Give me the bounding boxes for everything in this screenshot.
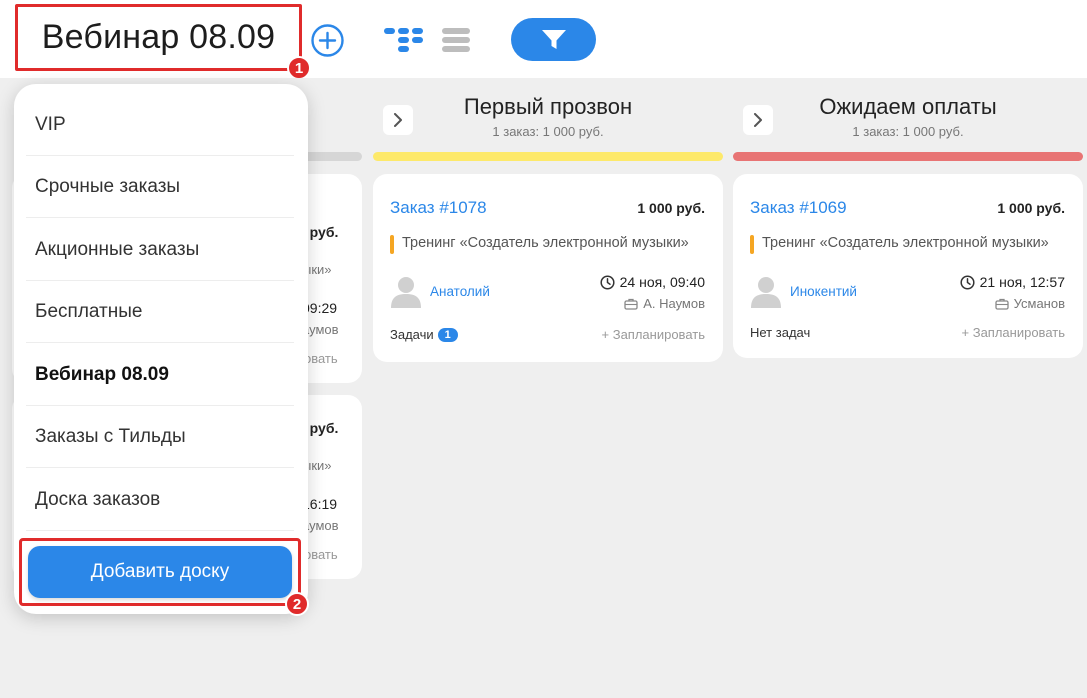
order-date: 24 ноя, 09:40 xyxy=(600,274,705,290)
column-color-bar xyxy=(733,152,1083,161)
order-card[interactable]: Заказ #1078 1 000 руб. Тренинг «Создател… xyxy=(373,174,723,362)
column-summary: 1 заказ: 1 000 руб. xyxy=(852,124,964,139)
product-name: Тренинг «Создатель электронной музыки» xyxy=(402,235,689,251)
step-badge-2: 2 xyxy=(285,592,309,616)
clock-icon xyxy=(960,274,975,290)
plus-circle-icon[interactable] xyxy=(311,24,344,57)
board-option-urgent[interactable]: Срочные заказы xyxy=(26,156,294,218)
product-marker xyxy=(750,235,754,254)
user-avatar-icon xyxy=(751,277,781,308)
board-option-tilda[interactable]: Заказы с Тильды xyxy=(26,406,294,468)
column-color-bar xyxy=(373,152,723,161)
top-bar: Вебинар 08.09 1 xyxy=(0,0,1087,80)
manager-name: Усманов xyxy=(1013,296,1065,311)
board-option-vip[interactable]: VIP xyxy=(26,94,294,156)
column-title: Первый прозвон xyxy=(463,94,633,119)
column-title: Ожидаем оплаты xyxy=(819,94,997,119)
manager: Усманов xyxy=(994,296,1065,311)
board-dropdown: VIP Срочные заказы Акционные заказы Бесп… xyxy=(14,84,308,614)
list-view-icon[interactable] xyxy=(442,27,470,53)
tasks-label[interactable]: Задачи 1 xyxy=(390,327,458,342)
filter-button[interactable] xyxy=(511,18,596,61)
board-option-free[interactable]: Бесплатные xyxy=(26,281,294,343)
order-link[interactable]: Заказ #1078 xyxy=(390,198,487,218)
board-option-webinar[interactable]: Вебинар 08.09 xyxy=(26,344,294,406)
plan-task-link[interactable]: + Запланировать xyxy=(962,325,1065,340)
order-date: 21 ноя, 12:57 xyxy=(960,274,1065,290)
tasks-text: Задачи xyxy=(390,327,434,342)
order-card[interactable]: Заказ #1069 1 000 руб. Тренинг «Создател… xyxy=(733,174,1083,358)
board-selector[interactable]: Вебинар 08.09 xyxy=(15,4,302,71)
column-summary: 1 заказ: 1 000 руб. xyxy=(492,124,604,139)
board-option-promo[interactable]: Акционные заказы xyxy=(26,219,294,281)
tasks-count-badge: 1 xyxy=(437,328,458,342)
client-link[interactable]: Инокентий xyxy=(790,284,857,299)
column-color-bar xyxy=(300,152,362,161)
date-text: 24 ноя, 09:40 xyxy=(619,274,705,290)
manager: А. Наумов xyxy=(624,296,705,311)
order-link[interactable]: Заказ #1069 xyxy=(750,198,847,218)
clock-icon xyxy=(600,274,615,290)
plan-link[interactable]: овать xyxy=(304,351,338,366)
product-name: Тренинг «Создатель электронной музыки» xyxy=(762,235,1049,251)
briefcase-icon xyxy=(994,298,1009,310)
filter-icon xyxy=(541,29,566,49)
order-price: 1 000 руб. xyxy=(637,200,705,216)
order-price: 1 000 руб. xyxy=(997,200,1065,216)
step-badge-1: 1 xyxy=(287,56,311,80)
client-link[interactable]: Анатолий xyxy=(430,284,490,299)
add-board-button[interactable]: Добавить доску xyxy=(28,546,292,598)
add-board-highlight: Добавить доску xyxy=(19,538,301,606)
plan-task-link[interactable]: + Запланировать xyxy=(602,327,705,342)
board-title: Вебинар 08.09 xyxy=(41,18,276,56)
date-text: 21 ноя, 12:57 xyxy=(979,274,1065,290)
manager-name: А. Наумов xyxy=(643,296,705,311)
plan-link[interactable]: овать xyxy=(304,547,338,562)
product-marker xyxy=(390,235,394,254)
board-option-orders[interactable]: Доска заказов xyxy=(26,469,294,531)
tasks-label: Нет задач xyxy=(750,325,811,340)
kanban-view-icon[interactable] xyxy=(384,27,424,53)
user-avatar-icon xyxy=(391,277,421,308)
briefcase-icon xyxy=(624,298,638,310)
